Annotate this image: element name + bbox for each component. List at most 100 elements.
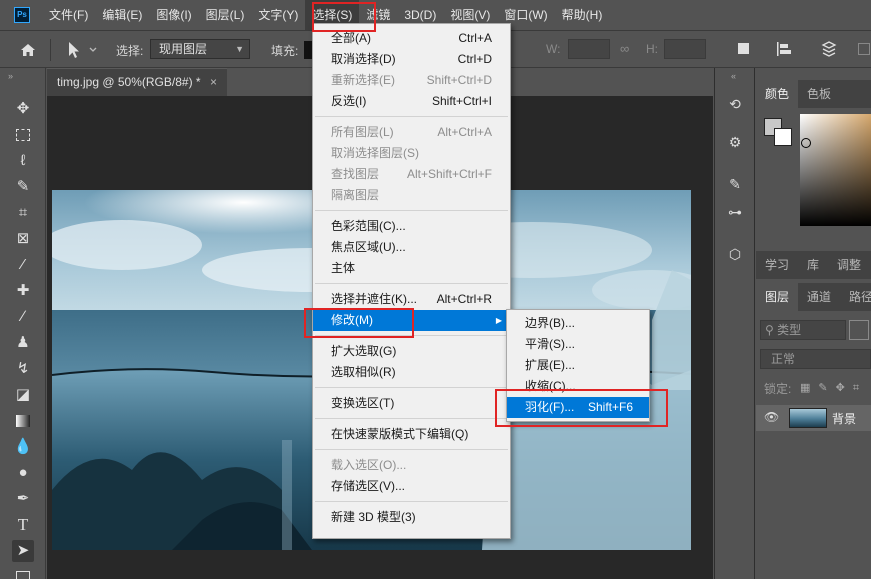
menu-2[interactable]: 图像(I) [149, 0, 198, 30]
menu-3[interactable]: 图层(L) [199, 0, 252, 30]
shape-tool-icon[interactable] [12, 566, 34, 579]
auto-select-dropdown[interactable]: 现用图层 ▼ [150, 39, 250, 59]
move-tool-icon[interactable]: ✥ [12, 98, 34, 120]
menu-4[interactable]: 文字(Y) [251, 0, 305, 30]
tab-layers[interactable]: 图层 [756, 283, 799, 311]
tab-learn[interactable]: 学习 [756, 251, 798, 279]
link-icon[interactable]: ∞ [620, 41, 629, 56]
tab-libraries[interactable]: 库 [798, 251, 828, 279]
menu-0[interactable]: 文件(F) [42, 0, 95, 30]
healing-brush-icon[interactable]: ✚ [12, 280, 34, 302]
modify-submenu-item[interactable]: 扩展(E)... [507, 355, 649, 376]
pen-tool-icon[interactable]: ✒ [12, 488, 34, 510]
color-picker-cursor[interactable] [801, 138, 811, 148]
eraser-tool-icon[interactable]: ◪ [12, 384, 34, 406]
path-select-tool-icon[interactable]: ➤ [12, 540, 34, 562]
clone-stamp-icon[interactable]: ♟ [12, 332, 34, 354]
shape-stop-icon[interactable] [738, 43, 749, 54]
select-menu-item[interactable]: 变换选区(T) [313, 393, 510, 414]
blend-mode-value: 正常 [771, 352, 796, 366]
chevron-down-icon: ▼ [235, 44, 244, 54]
lock-icons[interactable]: ▦✎✥⌗ [800, 381, 867, 395]
width-field[interactable] [568, 39, 610, 59]
menu-separator [315, 116, 508, 117]
divider [50, 39, 51, 61]
eye-icon[interactable]: 👁 [764, 410, 779, 424]
select-menu-item: 重新选择(E) Shift+Ctrl+D [313, 70, 510, 91]
layers-panel-tabs: 图层 通道 路径 [756, 283, 871, 311]
document-title: timg.jpg @ 50%(RGB/8#) * [57, 75, 201, 89]
home-icon[interactable] [18, 40, 38, 60]
brush-panel-icon[interactable]: ✎ [725, 174, 745, 194]
crop-tool-icon[interactable]: ⌗ [12, 202, 34, 224]
blend-mode-dropdown[interactable]: 正常 [760, 349, 871, 369]
select-menu-item[interactable]: 存储选区(V)... [313, 476, 510, 497]
align-left-icon[interactable] [776, 41, 792, 57]
history-panel-icon[interactable]: ⟲ [725, 94, 745, 114]
auto-select-label: 选择: [116, 44, 144, 58]
tab-color[interactable]: 颜色 [756, 80, 799, 108]
annotation-box-modify [304, 308, 414, 338]
menu-item-label: 载入选区(O)... [331, 458, 407, 472]
document-tab[interactable]: timg.jpg @ 50%(RGB/8#) * × [47, 68, 227, 96]
menu-separator [315, 283, 508, 284]
select-menu-item: 取消选择图层(S) [313, 143, 510, 164]
modify-submenu-item[interactable]: 边界(B)... [507, 313, 649, 334]
tab-adjustments[interactable]: 调整 [828, 251, 870, 279]
select-menu-item[interactable]: 取消选择(D) Ctrl+D [313, 49, 510, 70]
menu-1[interactable]: 编辑(E) [95, 0, 149, 30]
adjustments-panel-icon[interactable]: ⊶ [725, 202, 745, 222]
dodge-tool-icon[interactable]: ● [12, 462, 34, 484]
select-menu-dropdown: 全部(A) Ctrl+A 取消选择(D) Ctrl+D 重新选择(E) Shift+Ctr… [312, 23, 511, 539]
move-tool-icon[interactable] [66, 41, 100, 59]
height-label: H: [646, 42, 658, 56]
select-menu-item[interactable]: 新建 3D 模型(3) [313, 507, 510, 528]
menu-item-label: 新建 3D 模型(3) [331, 510, 416, 524]
collapse-icon[interactable]: » [8, 71, 13, 81]
frame-tool-icon[interactable]: ⊠ [12, 228, 34, 250]
blur-tool-icon[interactable]: 💧 [12, 436, 34, 458]
menu-item-label: 所有图层(L) [331, 125, 394, 139]
menu-item-label: 边界(B)... [525, 316, 575, 330]
3d-panel-icon[interactable]: ⬡ [725, 244, 745, 264]
type-tool-icon[interactable]: T [12, 514, 34, 536]
brush-tool-icon[interactable]: ∕ [12, 306, 34, 328]
select-menu-item: 查找图层 Alt+Shift+Ctrl+F [313, 164, 510, 185]
panel-icon-strip: « ⟲ ⚙ ✎ ⊶ ⬡ [714, 68, 755, 579]
menu-10[interactable]: 帮助(H) [555, 0, 610, 30]
gradient-tool-icon[interactable] [12, 410, 34, 432]
background-color[interactable] [774, 128, 792, 146]
select-menu-item[interactable]: 选择并遮住(K)... Alt+Ctrl+R [313, 289, 510, 310]
select-menu-item[interactable]: 在快速蒙版模式下编辑(Q) [313, 424, 510, 445]
layer-filter-dropdown[interactable]: ⚲ 类型 [760, 320, 846, 340]
select-menu-item[interactable]: 选取相似(R) [313, 362, 510, 383]
menu-item-label: 重新选择(E) [331, 73, 395, 87]
width-label: W: [546, 42, 561, 56]
select-menu-item[interactable]: 色彩范围(C)... [313, 216, 510, 237]
quick-select-tool-icon[interactable]: ✎ [12, 176, 34, 198]
eyedropper-tool-icon[interactable]: ⁄ [12, 254, 34, 276]
menu-item-shortcut: Ctrl+D [457, 52, 492, 66]
select-menu-item[interactable]: 主体 [313, 258, 510, 279]
select-menu-item[interactable]: 扩大选取(G) [313, 341, 510, 362]
tab-channels[interactable]: 通道 [798, 283, 840, 311]
arrange-icon[interactable] [820, 40, 838, 58]
collapse-icon[interactable]: « [731, 71, 736, 81]
properties-panel-icon[interactable]: ⚙ [725, 132, 745, 152]
history-brush-icon[interactable]: ↯ [12, 358, 34, 380]
layer-row-background[interactable]: 👁 背景 [756, 405, 871, 431]
fill-swatch[interactable] [304, 41, 312, 59]
modify-submenu-item[interactable]: 平滑(S)... [507, 334, 649, 355]
tab-swatches[interactable]: 色板 [798, 80, 840, 108]
select-menu-item: 所有图层(L) Alt+Ctrl+A [313, 122, 510, 143]
lasso-tool-icon[interactable]: ℓ [12, 150, 34, 172]
height-field[interactable] [664, 39, 706, 59]
color-picker-field[interactable] [800, 114, 871, 226]
tab-paths[interactable]: 路径 [840, 283, 871, 311]
checkbox[interactable] [858, 43, 870, 55]
select-menu-item[interactable]: 反选(I) Shift+Ctrl+I [313, 91, 510, 112]
image-filter-icon[interactable] [849, 320, 869, 340]
marquee-tool-icon[interactable] [12, 124, 34, 146]
select-menu-item[interactable]: 焦点区域(U)... [313, 237, 510, 258]
close-icon[interactable]: × [210, 69, 217, 96]
